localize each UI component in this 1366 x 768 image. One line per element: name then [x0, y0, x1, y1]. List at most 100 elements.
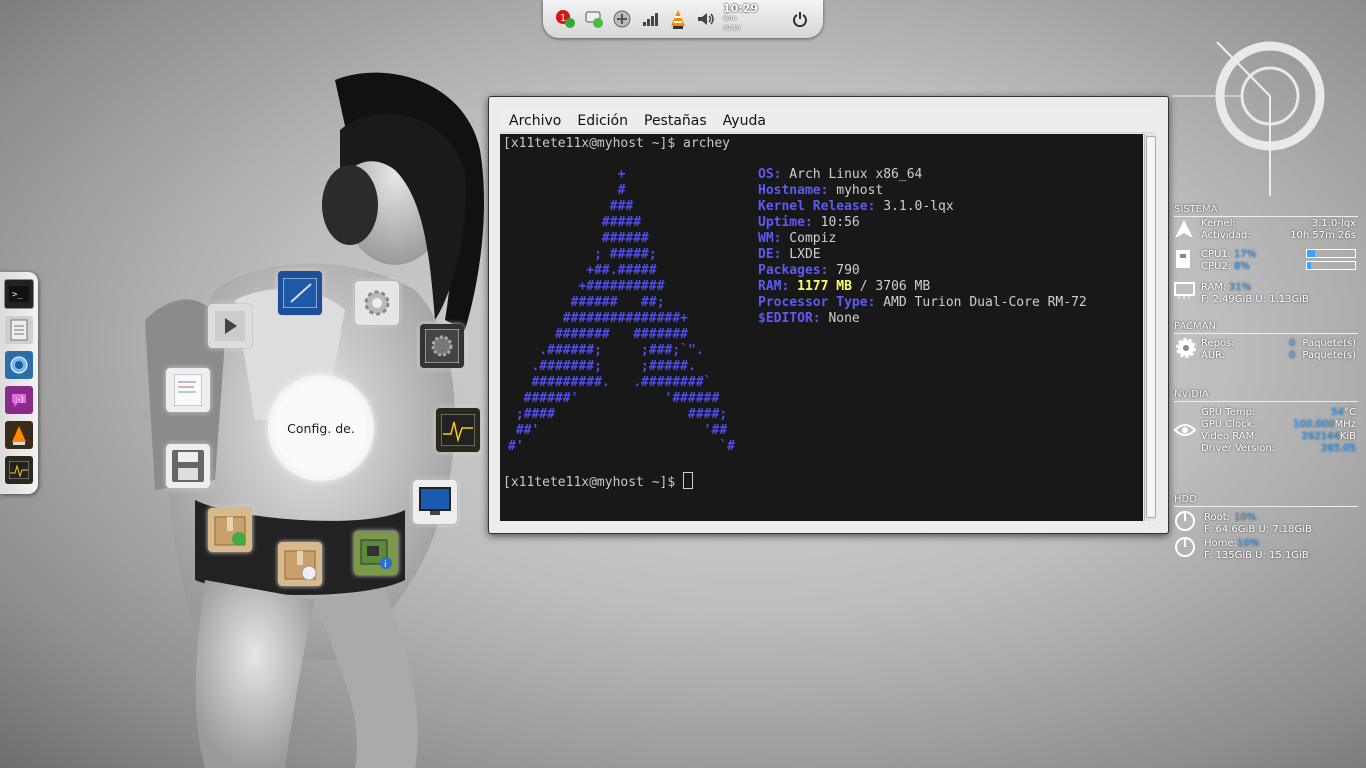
ram-used-value: 1177 MB	[789, 279, 852, 294]
desktop-settings-icon[interactable]	[278, 271, 322, 315]
cpu1-label: CPU1:	[1201, 249, 1232, 260]
media-play-icon[interactable]	[208, 304, 252, 348]
repos-value: 0	[1289, 338, 1296, 349]
logo-line: +##########	[508, 279, 665, 294]
info-value: 10:56	[812, 215, 860, 230]
gpu-temp-value: 54	[1331, 407, 1345, 418]
menu-edicion[interactable]: Edición	[577, 113, 628, 129]
logo-line: .#######; ;#####.	[508, 359, 696, 374]
system-monitor-icon[interactable]	[5, 456, 33, 484]
hardware-info-icon[interactable]: i	[354, 531, 398, 575]
terminal-icon[interactable]: >_	[4, 279, 34, 309]
terminal-menubar: Archivo Edición Pestañas Ayuda	[501, 109, 1154, 133]
info-key: Processor Type:	[758, 295, 876, 310]
cpu1-value: 17%	[1234, 249, 1257, 260]
vlc-icon[interactable]	[5, 421, 33, 449]
chat-icon[interactable]: :-)	[5, 386, 33, 414]
info-key: Uptime:	[758, 215, 813, 230]
root-disk-usage-icon	[1175, 511, 1195, 531]
uptime-label: Actividad:	[1201, 230, 1251, 241]
logo-line: ##' '##	[508, 423, 728, 438]
terminal-scrollbar[interactable]	[1144, 134, 1156, 521]
file-manager-icon[interactable]	[5, 316, 33, 344]
info-key: OS:	[758, 167, 782, 182]
text-editor-icon[interactable]	[166, 368, 210, 412]
section-pacman-title: PACMAN	[1174, 321, 1216, 332]
gpu-temp-row: 54°C	[1331, 407, 1356, 418]
system-info-list: OS: Arch Linux x86_64 Hostname: myhost Ker…	[758, 167, 1087, 327]
logo-line: #########. .########`	[508, 375, 712, 390]
info-key: Packages:	[758, 263, 829, 278]
section-hdd-title: HDD	[1174, 494, 1197, 505]
gpu-clock-label: GPU Clock:	[1201, 419, 1256, 430]
display-icon[interactable]	[413, 480, 457, 524]
repos-unit: Paquete(s)	[1302, 338, 1356, 349]
svg-text::-): :-)	[15, 395, 24, 404]
cpu2-value: 8%	[1234, 261, 1250, 272]
chat-status-icon[interactable]	[583, 8, 605, 30]
launcher-center-label: Config. de.	[287, 420, 355, 436]
gpu-temp-label: GPU Temp:	[1201, 407, 1256, 418]
info-value: None	[820, 311, 860, 326]
text-cursor	[683, 472, 694, 489]
home-disk-usage-icon	[1175, 537, 1195, 557]
updates-icon[interactable]	[611, 8, 633, 30]
vram-value: 262144	[1301, 431, 1340, 442]
network-signal-icon[interactable]	[639, 8, 661, 30]
root-value: 10%	[1234, 512, 1257, 523]
activity-monitor-icon[interactable]	[436, 408, 480, 452]
notification-icon[interactable]: 1	[555, 8, 577, 30]
logo-line: ######	[508, 231, 649, 246]
divider	[1174, 506, 1358, 507]
gpu-clock-unit: MHz	[1334, 419, 1356, 430]
cpu-chip-icon	[1176, 250, 1190, 268]
svg-text:>_: >_	[12, 290, 23, 300]
package-cd-icon[interactable]	[278, 542, 322, 586]
vram-label: Video RAM:	[1201, 431, 1258, 442]
logo-line: ###### ##;	[508, 295, 665, 310]
launcher-center[interactable]: Config. de.	[268, 375, 374, 481]
gpu-clock-row: 100.000MHz	[1293, 419, 1356, 430]
vlc-tray-icon[interactable]	[667, 8, 689, 30]
menu-archivo[interactable]: Archivo	[509, 113, 561, 129]
power-icon[interactable]	[789, 8, 811, 30]
kernel-value: 3.1.0-lqx	[1311, 218, 1356, 229]
tray-clock[interactable]: 10:29 dom 09:10	[723, 3, 775, 34]
home-label: Home:	[1204, 538, 1237, 549]
home-value: 10%	[1237, 538, 1260, 549]
volume-icon[interactable]	[695, 8, 717, 30]
save-disk-icon[interactable]	[166, 444, 210, 488]
ram-chip-icon	[1174, 282, 1195, 299]
info-row: Hostname: myhost	[758, 183, 1087, 199]
root-detail: F: 64.6GiB U: 7.18GiB	[1204, 524, 1312, 535]
info-value: Arch Linux x86_64	[781, 167, 923, 182]
logo-line: #	[508, 183, 626, 198]
scrollbar-thumb[interactable]	[1146, 136, 1156, 518]
system-settings-icon[interactable]	[420, 324, 464, 368]
clock-date: dom 09:10	[723, 15, 741, 32]
vram-unit: KiB	[1339, 431, 1356, 442]
package-install-icon[interactable]	[208, 508, 252, 552]
menu-ayuda[interactable]: Ayuda	[723, 113, 766, 129]
browser-icon[interactable]	[5, 351, 33, 379]
divider	[1174, 333, 1358, 334]
section-nvidia-title: NVIDIA	[1174, 389, 1209, 400]
cpu2-label: CPU2:	[1201, 261, 1232, 272]
logo-line: #' `#	[508, 439, 735, 454]
repos-label: Repos:	[1201, 338, 1235, 349]
section-sistema-title: SISTEMA	[1174, 204, 1218, 215]
logo-line: ###############+	[508, 311, 689, 326]
logo-line: ###	[508, 199, 634, 214]
gear-icon[interactable]	[355, 281, 399, 325]
terminal-output[interactable]: [x11tete11x@myhost ~]$ archey + # ### ##…	[500, 134, 1143, 521]
cpu1-bar	[1306, 249, 1356, 258]
info-row: Uptime: 10:56	[758, 215, 1087, 231]
menu-pestanas[interactable]: Pestañas	[644, 113, 707, 129]
terminal-window: Archivo Edición Pestañas Ayuda [x11tete1…	[488, 96, 1169, 534]
aur-value: 0	[1289, 350, 1296, 361]
ram-label: RAM:	[1201, 282, 1227, 293]
info-key: $EDITOR:	[758, 311, 821, 326]
top-panel-tray: 1 10:29 dom 09:10	[543, 0, 823, 38]
cpu2-bar	[1306, 261, 1356, 270]
info-row: Processor Type: AMD Turion Dual-Core RM-…	[758, 295, 1087, 311]
